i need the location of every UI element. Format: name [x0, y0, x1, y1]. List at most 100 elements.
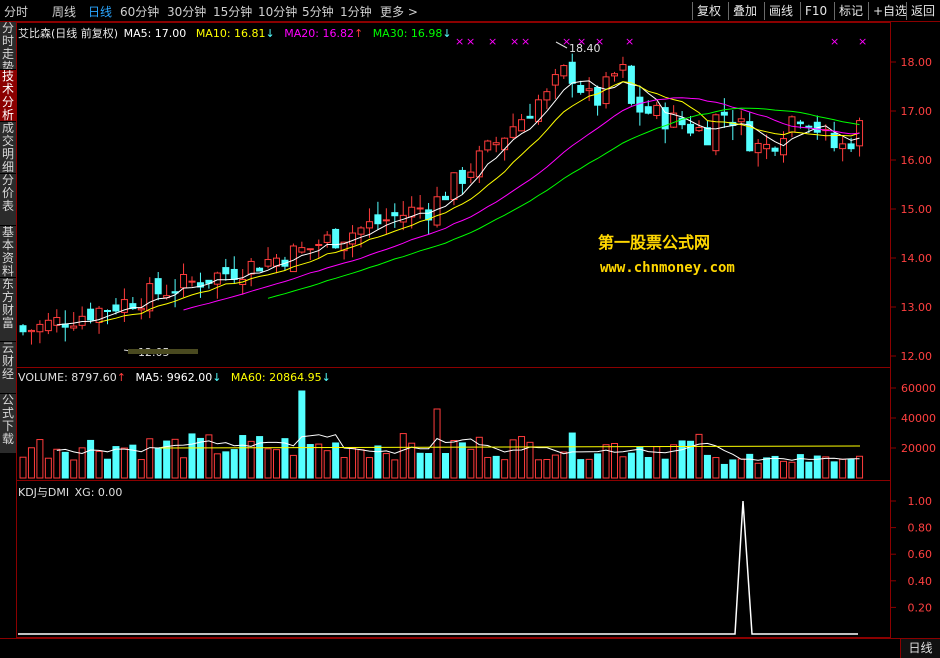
volume-bar	[416, 452, 424, 479]
f10-button[interactable]: F10	[800, 2, 831, 20]
volume-bar	[222, 451, 230, 479]
volume-bar	[104, 458, 111, 479]
candle-body	[44, 319, 52, 332]
candle-body	[551, 74, 559, 86]
add-favorite-button[interactable]: +自选	[868, 2, 911, 20]
period-tab-1min[interactable]: 1分钟	[340, 3, 372, 20]
candle-body	[70, 325, 78, 329]
period-tab-60min[interactable]: 60分钟	[120, 3, 159, 20]
overlay-button[interactable]: 叠加	[728, 2, 761, 20]
back-button[interactable]: 返回	[906, 2, 939, 20]
period-tab-5min[interactable]: 5分钟	[302, 3, 334, 20]
candle-body	[53, 316, 61, 326]
volume-bar	[729, 459, 737, 479]
volume-axis: 60000 40000 20000	[890, 382, 936, 455]
candle-body	[315, 243, 323, 246]
kdj-xg-line	[18, 500, 858, 635]
volume-bar	[611, 443, 618, 479]
period-tag[interactable]: 日线	[900, 639, 940, 658]
candle-body	[264, 259, 272, 267]
volume-bar	[653, 446, 661, 479]
volume-bar	[534, 459, 542, 479]
period-tab-10min[interactable]: 10分钟	[258, 3, 297, 20]
candle-body	[450, 172, 458, 200]
candle-body	[763, 143, 771, 150]
period-toolbar: 分时 周线 日线 60分钟 30分钟 15分钟 10分钟 5分钟 1分钟 更多 …	[0, 0, 940, 22]
candle-body	[442, 195, 449, 201]
candle-body	[357, 227, 365, 235]
period-tab-day[interactable]: 日线	[88, 3, 112, 20]
high-price-label: 18.40	[569, 42, 601, 55]
volume-bar	[839, 458, 847, 479]
volume-bar	[636, 446, 644, 479]
period-tab-30min[interactable]: 30分钟	[167, 3, 206, 20]
volume-bar	[154, 447, 162, 479]
volume-bar	[695, 433, 703, 479]
volume-bar	[357, 449, 365, 479]
price-tick-label: 15.00	[901, 203, 933, 216]
price-tick-label: 16.00	[901, 154, 933, 167]
candlesticks	[19, 53, 864, 345]
volume-bar	[180, 457, 188, 479]
mark-button[interactable]: 标记	[834, 2, 867, 20]
candle-body	[695, 127, 703, 132]
draw-line-button[interactable]: 画线	[764, 2, 797, 20]
volume-bar	[780, 460, 787, 479]
low-annotation: 12.05	[123, 346, 198, 359]
volume-bar	[551, 454, 559, 479]
candle-body	[687, 123, 695, 134]
price-tick-label: 12.00	[901, 350, 933, 363]
candle-body	[501, 137, 509, 151]
volume-bar	[627, 452, 635, 479]
kdj-xg-value: XG: 0.00	[74, 486, 123, 499]
candle-body	[112, 304, 120, 312]
volume-bar	[822, 456, 830, 479]
candle-body	[382, 219, 390, 222]
candle-body	[619, 64, 627, 71]
volume-bar	[847, 458, 855, 479]
bottom-bar: 日线	[0, 638, 940, 658]
volume-bar	[239, 435, 247, 479]
adjust-button[interactable]: 复权	[692, 2, 725, 20]
kdj-tick-label: 0.60	[908, 548, 933, 561]
volume-bar	[433, 408, 441, 479]
watermark-title: 第一股票公式网	[598, 233, 710, 252]
candle-body	[585, 88, 593, 92]
volume-bar	[501, 459, 509, 479]
stock-chart[interactable]: 18.00 17.00 16.00 15.00 14.00 13.00 12.00 6000…	[0, 22, 940, 658]
candle-body	[712, 114, 720, 152]
volume-bar	[754, 462, 762, 479]
ma20-value: MA20: 16.82	[284, 27, 354, 40]
stock-name: 艾比森(日线 前复权)	[18, 27, 119, 40]
period-tab-fenshi[interactable]: 分时	[4, 3, 28, 20]
candle-body	[222, 267, 230, 275]
period-tab-15min[interactable]: 15分钟	[213, 3, 252, 20]
volume-bar	[365, 457, 373, 479]
candle-body	[374, 214, 382, 225]
candle-body	[805, 125, 813, 128]
volume-bar	[788, 461, 796, 479]
signal-marker-icon: ×	[466, 35, 475, 48]
volume-bar	[391, 459, 399, 479]
candle-body	[644, 106, 652, 114]
candle-body	[737, 118, 745, 123]
volume-bar	[146, 438, 154, 479]
kdj-axis: 1.00 0.80 0.60 0.40 0.20	[890, 495, 932, 614]
volume-bar	[120, 447, 128, 479]
candle-body	[154, 278, 162, 295]
volume-bars	[19, 390, 864, 479]
event-markers: × × × × × × × × × × ×	[455, 35, 867, 48]
candle-body	[780, 138, 787, 156]
more-periods-button[interactable]: 更多 >	[380, 3, 418, 20]
period-tab-week[interactable]: 周线	[52, 3, 76, 20]
volume-bar	[382, 453, 390, 479]
price-axis: 18.00 17.00 16.00 15.00 14.00 13.00 12.00	[890, 56, 932, 363]
volume-bar	[315, 443, 323, 479]
candle-body	[146, 283, 154, 312]
candle-body	[754, 142, 762, 154]
candle-body	[653, 104, 661, 116]
candle-body	[247, 260, 255, 275]
volume-tick-label: 20000	[901, 442, 936, 455]
volume-up-arrow-icon: ↑	[116, 371, 126, 384]
volume-bar	[543, 459, 551, 479]
